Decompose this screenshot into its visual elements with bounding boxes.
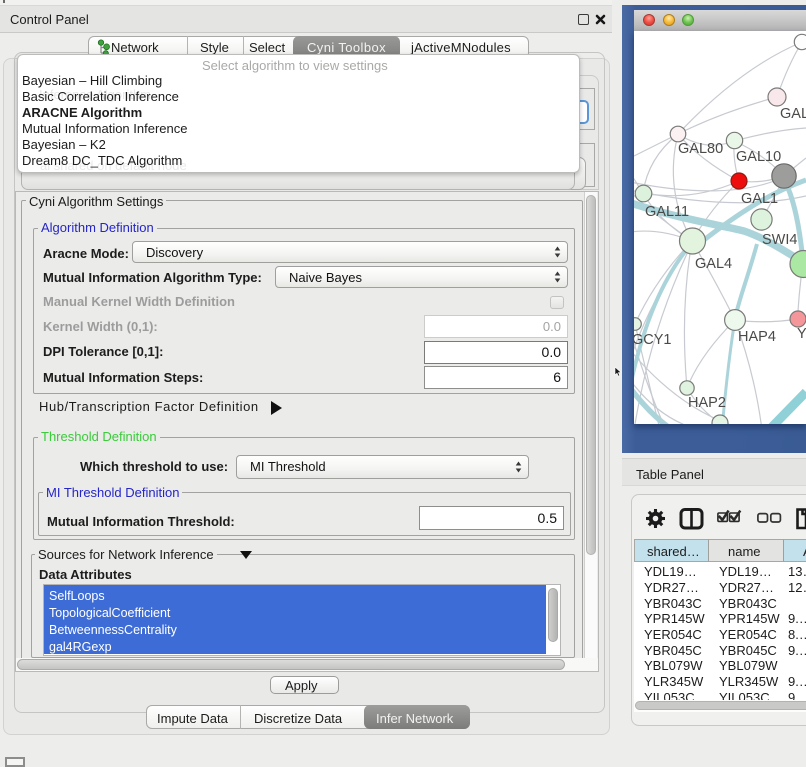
- svg-text:GAL7: GAL7: [780, 106, 806, 122]
- svg-text:HAP2: HAP2: [688, 395, 726, 411]
- svg-text:GAL10: GAL10: [736, 149, 781, 165]
- svg-text:GAL1: GAL1: [741, 191, 778, 207]
- svg-text:SWI4: SWI4: [762, 232, 797, 248]
- svg-text:GCY1: GCY1: [634, 332, 672, 348]
- svg-text:GAL80: GAL80: [678, 141, 723, 157]
- svg-text:GAL11: GAL11: [645, 204, 689, 220]
- svg-text:YM: YM: [797, 326, 806, 342]
- svg-text:GAL4: GAL4: [695, 256, 732, 272]
- svg-text:HAP4: HAP4: [738, 329, 776, 345]
